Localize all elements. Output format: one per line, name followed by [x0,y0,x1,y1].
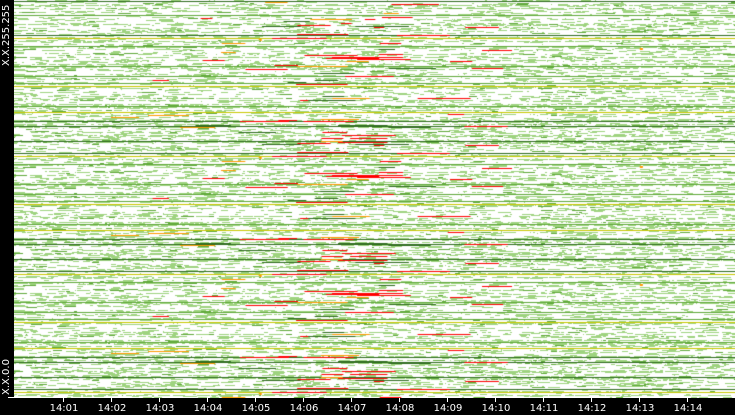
x-tick [543,398,544,402]
x-tick [255,398,256,402]
y-label-bottom: X.X.0.0 [1,359,12,395]
heatmap-plot-area[interactable] [14,0,735,398]
x-tick [447,398,448,402]
x-tick-label: 14:14 [673,403,703,414]
x-tick-label: 14:03 [145,403,175,414]
y-label-top: X.X.255.255 [1,4,12,66]
x-tick [591,398,592,402]
x-tick [687,398,688,402]
x-tick-label: 14:13 [625,403,655,414]
x-tick [495,398,496,402]
x-tick [207,398,208,402]
x-tick [303,398,304,402]
heatmap-chart: X.X.255.255 X.X.0.0 14:01 14:02 14:03 14:04… [0,0,735,415]
x-tick [639,398,640,402]
x-tick [63,398,64,402]
x-tick-label: 14:11 [529,403,559,414]
x-tick [399,398,400,402]
x-tick-label: 14:07 [337,403,367,414]
x-tick-label: 14:10 [481,403,511,414]
x-tick-label: 14:12 [577,403,607,414]
y-axis: X.X.255.255 X.X.0.0 [0,0,14,398]
x-tick-label: 14:05 [241,403,271,414]
x-tick-label: 14:04 [193,403,223,414]
x-tick [111,398,112,402]
x-tick-label: 14:01 [49,403,79,414]
x-tick-label: 14:09 [433,403,463,414]
x-tick [159,398,160,402]
x-tick [351,398,352,402]
x-tick-label: 14:02 [97,403,127,414]
x-tick-label: 14:06 [289,403,319,414]
x-tick-label: 14:08 [385,403,415,414]
